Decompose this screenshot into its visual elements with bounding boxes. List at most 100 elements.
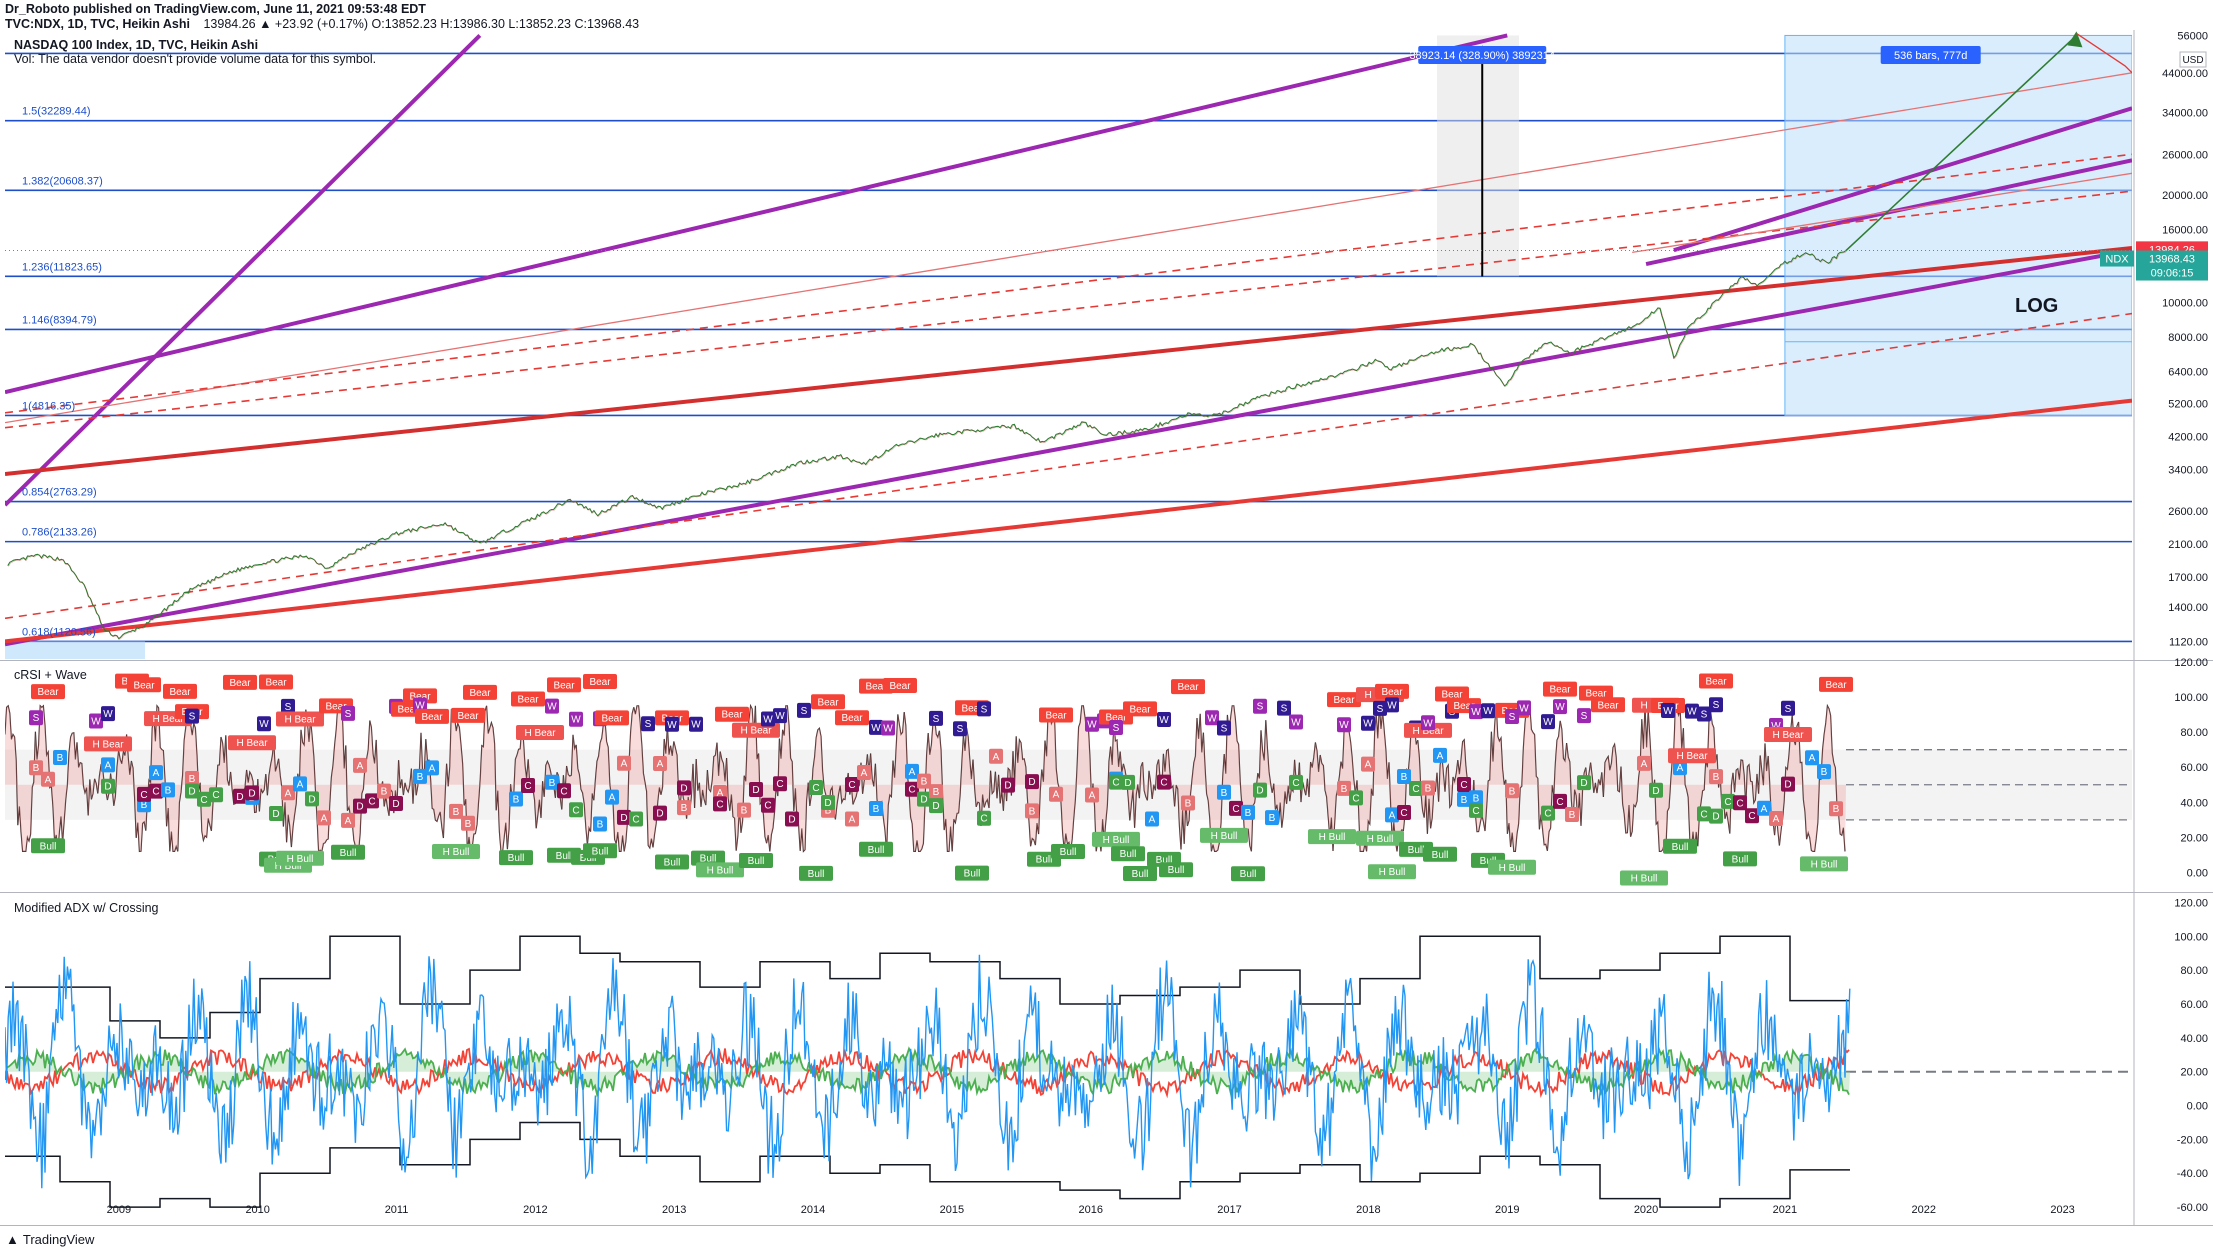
signal-badge-6: W bbox=[91, 717, 101, 728]
signal-badge-77: Bear bbox=[589, 677, 611, 688]
signal-badge-250: S bbox=[1785, 704, 1792, 715]
signal-badge-60: H Bull bbox=[443, 847, 470, 858]
signal-badge-227: H Bull bbox=[1631, 874, 1658, 885]
signal-badge-188: W bbox=[1387, 700, 1397, 711]
signal-badge-197: W bbox=[1423, 718, 1433, 729]
signal-badge-192: C bbox=[1400, 808, 1407, 819]
signal-badge-103: Bull bbox=[748, 856, 765, 867]
signal-badge-158: W bbox=[1159, 715, 1169, 726]
signal-badge-118: A bbox=[861, 768, 868, 779]
signal-badge-28: H Bear bbox=[236, 738, 268, 749]
signal-badge-35: S bbox=[285, 702, 292, 713]
signal-badge-62: B bbox=[465, 819, 472, 830]
measure-zone-right bbox=[1784, 34, 2132, 416]
year-tick-8: 2017 bbox=[1217, 1204, 1241, 1216]
signal-badge-245: C bbox=[1748, 811, 1755, 822]
signal-badge-38: H Bear bbox=[284, 715, 316, 726]
signal-badge-239: S bbox=[1713, 700, 1720, 711]
signal-badge-240: B bbox=[1713, 772, 1720, 783]
signal-badge-1: B bbox=[33, 763, 40, 774]
price-tick-13: 2100.00 bbox=[2168, 539, 2208, 551]
signal-badge-130: B bbox=[933, 787, 940, 798]
signal-badge-229: D bbox=[1652, 786, 1659, 797]
signal-badge-12: Bear bbox=[133, 680, 155, 691]
signal-badge-126: C bbox=[908, 785, 915, 796]
signal-badge-124: Bear bbox=[889, 681, 911, 692]
signal-badge-111: Bull bbox=[808, 869, 825, 880]
adx-title: Modified ADX w/ Crossing bbox=[14, 901, 159, 915]
signal-badge-123: W bbox=[883, 724, 893, 735]
signal-badge-233: Bull bbox=[1672, 842, 1689, 853]
signal-badge-248: A bbox=[1773, 814, 1780, 825]
signal-badge-14: C bbox=[140, 790, 147, 801]
signal-badge-18: B bbox=[165, 785, 172, 796]
signal-badge-46: Bull bbox=[340, 848, 357, 859]
price-tag-2: 13968.43 bbox=[2149, 254, 2195, 266]
signal-badge-108: D bbox=[788, 814, 795, 825]
signal-badge-31: W bbox=[259, 719, 269, 730]
rsi-tick-4: 40.00 bbox=[2180, 797, 2208, 809]
price-tick-7: 8000.00 bbox=[2168, 332, 2208, 344]
signal-badge-151: C bbox=[1112, 778, 1119, 789]
chart-svg[interactable]: SBBearABullBWH BearWADBearBearBCACH Bear… bbox=[0, 0, 2213, 1257]
signal-badge-85: C bbox=[632, 815, 639, 826]
signal-badge-187: Bear bbox=[1381, 687, 1403, 698]
signal-badge-170: Bull bbox=[1240, 869, 1257, 880]
signal-badge-58: A bbox=[429, 763, 436, 774]
signal-badge-204: B bbox=[1461, 795, 1468, 806]
signal-badge-256: B bbox=[1833, 804, 1840, 815]
signal-badge-176: C bbox=[1292, 778, 1299, 789]
signal-badge-164: W bbox=[1207, 713, 1217, 724]
signal-badge-105: C bbox=[764, 801, 771, 812]
adx-tick-5: 20.00 bbox=[2180, 1067, 2208, 1079]
signal-badge-195: Bull bbox=[1408, 845, 1425, 856]
signal-badge-48: D bbox=[356, 802, 363, 813]
crsi-pane: SBBearABullBWH BearWADBearBearBCACH Bear… bbox=[5, 673, 2132, 886]
signal-badge-65: Bull bbox=[508, 853, 525, 864]
signal-badge-40: H Bull bbox=[287, 854, 314, 865]
signal-badge-177: H Bull bbox=[1319, 832, 1346, 843]
signal-badge-98: H Bull bbox=[707, 865, 734, 876]
year-tick-11: 2020 bbox=[1634, 1204, 1658, 1216]
signal-badge-173: B bbox=[1269, 813, 1276, 824]
signal-badge-81: Bear bbox=[601, 713, 623, 724]
year-tick-13: 2022 bbox=[1912, 1204, 1936, 1216]
signal-badge-66: Bear bbox=[517, 694, 539, 705]
signal-badge-152: H Bull bbox=[1103, 835, 1130, 846]
signal-badge-149: S bbox=[1113, 723, 1120, 734]
symbol-tag: NDX bbox=[2105, 254, 2129, 266]
signal-badge-183: A bbox=[1365, 760, 1372, 771]
signal-badge-30: D bbox=[248, 788, 255, 799]
signal-badge-56: B bbox=[417, 772, 424, 783]
signal-badge-154: Bull bbox=[1120, 849, 1137, 860]
price-tick-6: 10000.00 bbox=[2162, 297, 2208, 309]
signal-badge-114: D bbox=[824, 798, 831, 809]
signal-badge-79: B bbox=[597, 820, 604, 831]
signal-badge-99: Bear bbox=[721, 710, 743, 721]
signal-badge-246: A bbox=[1761, 804, 1768, 815]
signal-badge-92: B bbox=[681, 803, 688, 814]
fib-label-3: 1.146(8394.79) bbox=[22, 314, 97, 326]
signal-badge-63: Bear bbox=[469, 688, 491, 699]
rsi-tick-2: 80.00 bbox=[2180, 727, 2208, 739]
fib-label-5: 0.854(2763.29) bbox=[22, 487, 97, 499]
signal-badge-93: D bbox=[680, 783, 687, 794]
signal-badge-212: S bbox=[1509, 712, 1516, 723]
signal-badge-110: C bbox=[812, 783, 819, 794]
year-tick-14: 2023 bbox=[2050, 1204, 2074, 1216]
signal-badge-94: W bbox=[691, 720, 701, 731]
signal-badge-45: A bbox=[345, 816, 352, 827]
year-tick-7: 2016 bbox=[1078, 1204, 1102, 1216]
signal-badge-24: C bbox=[200, 795, 207, 806]
signal-badge-172: D bbox=[1256, 786, 1263, 797]
signal-badge-214: H Bull bbox=[1499, 863, 1526, 874]
signal-badge-213: B bbox=[1509, 786, 1516, 797]
signal-badge-70: B bbox=[549, 778, 556, 789]
price-tick-11: 3400.00 bbox=[2168, 464, 2208, 476]
signal-badge-223: D bbox=[1580, 778, 1587, 789]
rsi-tick-5: 20.00 bbox=[2180, 832, 2208, 844]
year-tick-3: 2012 bbox=[523, 1204, 547, 1216]
signal-badge-117: C bbox=[848, 780, 855, 791]
measure-zone-bottom bbox=[5, 641, 145, 659]
signal-badge-80: Bull bbox=[592, 846, 609, 857]
